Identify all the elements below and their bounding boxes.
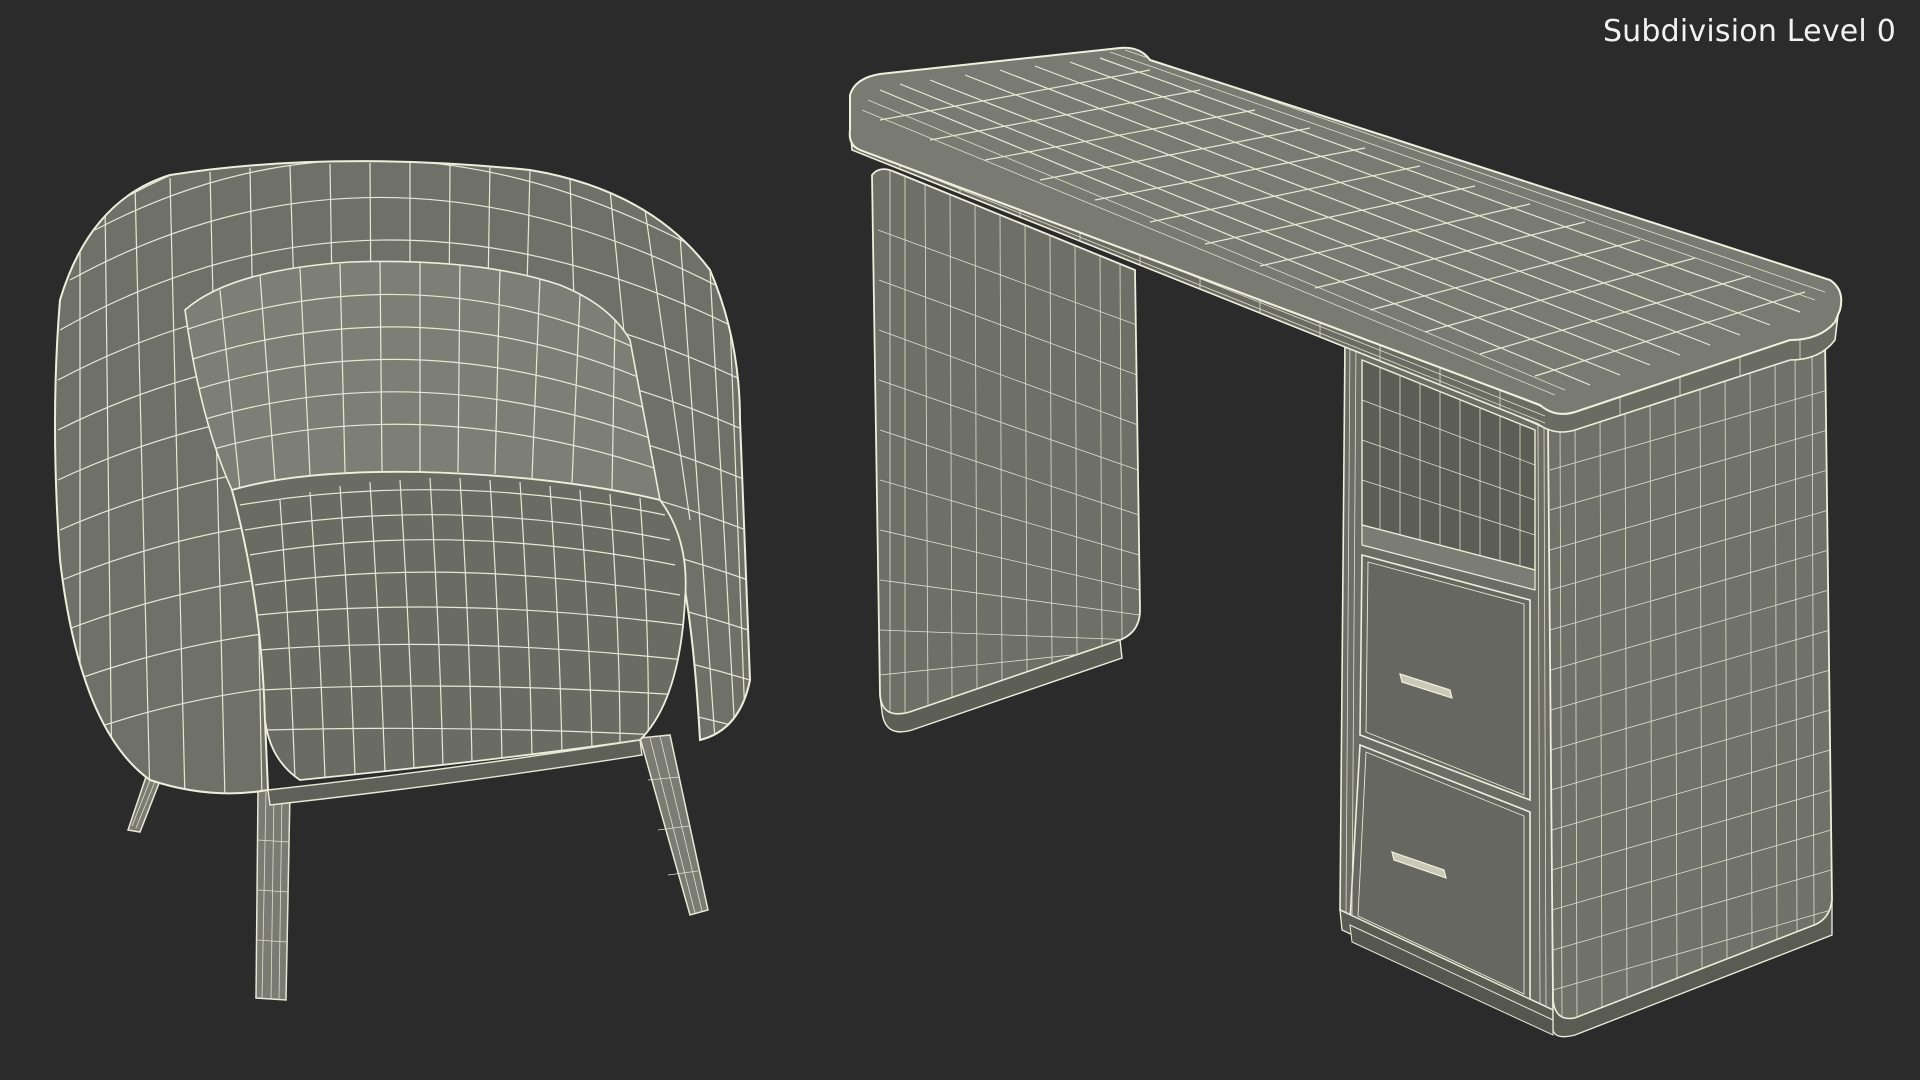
- desk-model[interactable]: [848, 46, 1843, 1038]
- subdivision-level-label: Subdivision Level 0: [1602, 14, 1896, 49]
- desk-cabinet-side: [1547, 336, 1833, 1020]
- desk-left-leg: [871, 168, 1141, 715]
- armchair-model[interactable]: [54, 132, 752, 1001]
- 3d-viewport[interactable]: Subdivision Level 0: [0, 0, 1920, 1080]
